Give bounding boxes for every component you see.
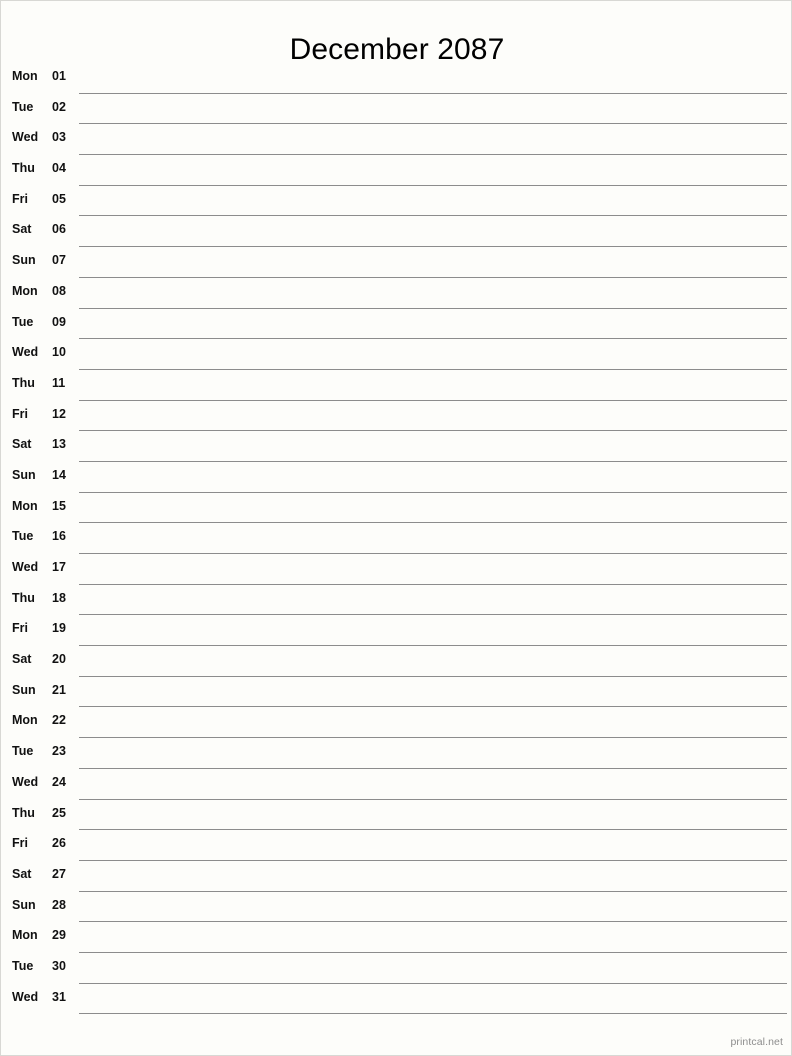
day-number-label: 10 <box>52 345 66 360</box>
day-number-label: 08 <box>52 283 66 298</box>
day-row[interactable]: Sun 21 <box>1 677 791 708</box>
day-row[interactable]: Sat 06 <box>1 216 791 248</box>
day-weekday-label: Wed <box>12 345 39 360</box>
day-number-label: 19 <box>52 621 66 636</box>
day-number-label: 04 <box>52 161 66 176</box>
day-number-label: 28 <box>52 897 66 912</box>
day-number-label: 07 <box>52 253 66 268</box>
day-row[interactable]: Wed 31 <box>1 984 791 1015</box>
day-row[interactable]: Wed 17 <box>1 554 791 585</box>
day-number-label: 14 <box>52 467 66 482</box>
day-row[interactable]: Mon 22 <box>1 707 791 739</box>
day-row[interactable]: Thu 18 <box>1 585 791 616</box>
day-number-label: 25 <box>52 805 66 820</box>
day-number-label: 20 <box>52 652 66 667</box>
day-number-label: 30 <box>52 958 66 973</box>
day-number-label: 21 <box>52 682 66 697</box>
day-weekday-label: Mon <box>12 283 38 298</box>
day-row[interactable]: Thu 25 <box>1 800 791 831</box>
day-number-label: 22 <box>52 713 66 728</box>
day-row[interactable]: Thu 04 <box>1 155 791 186</box>
day-row[interactable]: Fri 19 <box>1 615 791 647</box>
day-weekday-label: Sat <box>12 866 32 881</box>
day-row[interactable]: Tue 09 <box>1 309 791 340</box>
day-number-label: 03 <box>52 130 66 145</box>
day-row[interactable]: Mon 29 <box>1 922 791 953</box>
day-row[interactable]: Mon 01 <box>1 63 791 94</box>
day-weekday-label: Sun <box>12 897 36 912</box>
day-weekday-label: Fri <box>12 836 28 851</box>
calendar-page: December 2087 Mon 01 Tue 02 Wed 03 Thu 04 Fri 05 S… <box>0 0 792 1056</box>
day-row[interactable]: Mon 08 <box>1 278 791 309</box>
day-weekday-label: Wed <box>12 130 39 145</box>
day-weekday-label: Sat <box>12 437 32 452</box>
day-writing-line[interactable] <box>79 1013 787 1015</box>
day-weekday-label: Mon <box>12 713 38 728</box>
day-weekday-label: Tue <box>12 529 34 544</box>
day-weekday-label: Thu <box>12 375 35 390</box>
day-row[interactable]: Sat 20 <box>1 646 791 677</box>
day-number-label: 29 <box>52 928 66 943</box>
day-weekday-label: Sat <box>12 652 32 667</box>
day-row[interactable]: Wed 03 <box>1 124 791 156</box>
day-number-label: 15 <box>52 498 66 513</box>
day-row[interactable]: Wed 24 <box>1 769 791 800</box>
day-weekday-label: Thu <box>12 161 35 176</box>
footer-credit: printcal.net <box>730 1036 783 1048</box>
day-rows-list: Mon 01 Tue 02 Wed 03 Thu 04 Fri 05 Sat 06 Sun 07 Mon 08… <box>1 63 791 1015</box>
day-row[interactable]: Fri 05 <box>1 186 791 217</box>
day-weekday-label: Tue <box>12 99 34 114</box>
day-weekday-label: Sun <box>12 253 36 268</box>
day-row[interactable]: Tue 02 <box>1 94 791 125</box>
day-weekday-label: Sat <box>12 222 32 237</box>
day-row[interactable]: Mon 15 <box>1 493 791 524</box>
day-number-label: 11 <box>52 375 66 390</box>
day-row[interactable]: Fri 12 <box>1 401 791 432</box>
day-number-label: 23 <box>52 744 66 759</box>
day-row[interactable]: Sat 27 <box>1 861 791 892</box>
day-number-label: 01 <box>52 69 66 83</box>
day-weekday-label: Sun <box>12 467 36 482</box>
day-row[interactable]: Sun 07 <box>1 247 791 278</box>
day-number-label: 18 <box>52 590 66 605</box>
day-weekday-label: Fri <box>12 406 28 421</box>
day-weekday-label: Tue <box>12 744 34 759</box>
day-row[interactable]: Sat 13 <box>1 431 791 462</box>
day-row[interactable]: Tue 30 <box>1 953 791 984</box>
day-weekday-label: Fri <box>12 621 28 636</box>
day-weekday-label: Thu <box>12 590 35 605</box>
day-weekday-label: Tue <box>12 314 34 329</box>
day-weekday-label: Wed <box>12 560 39 574</box>
day-number-label: 09 <box>52 314 66 329</box>
day-number-label: 31 <box>52 989 66 1004</box>
day-row[interactable]: Tue 16 <box>1 523 791 554</box>
day-number-label: 12 <box>52 406 66 421</box>
day-weekday-label: Mon <box>12 498 38 513</box>
day-row[interactable]: Tue 23 <box>1 738 791 769</box>
day-number-label: 06 <box>52 222 66 237</box>
day-weekday-label: Sun <box>12 682 36 697</box>
day-number-label: 26 <box>52 836 66 851</box>
day-weekday-label: Thu <box>12 805 35 820</box>
day-row[interactable]: Thu 11 <box>1 370 791 401</box>
day-number-label: 05 <box>52 191 66 206</box>
day-row[interactable]: Sun 28 <box>1 892 791 923</box>
day-weekday-label: Wed <box>12 774 39 789</box>
day-weekday-label: Fri <box>12 191 28 206</box>
day-weekday-label: Wed <box>12 989 39 1004</box>
day-weekday-label: Tue <box>12 958 34 973</box>
day-number-label: 02 <box>52 99 66 114</box>
day-weekday-label: Mon <box>12 69 38 83</box>
day-row[interactable]: Sun 14 <box>1 462 791 493</box>
day-row[interactable]: Fri 26 <box>1 830 791 861</box>
day-number-label: 24 <box>52 774 66 789</box>
day-row[interactable]: Wed 10 <box>1 339 791 370</box>
day-number-label: 27 <box>52 866 66 881</box>
day-number-label: 17 <box>52 560 66 574</box>
day-number-label: 16 <box>52 529 66 544</box>
day-number-label: 13 <box>52 437 66 452</box>
day-weekday-label: Mon <box>12 928 38 943</box>
